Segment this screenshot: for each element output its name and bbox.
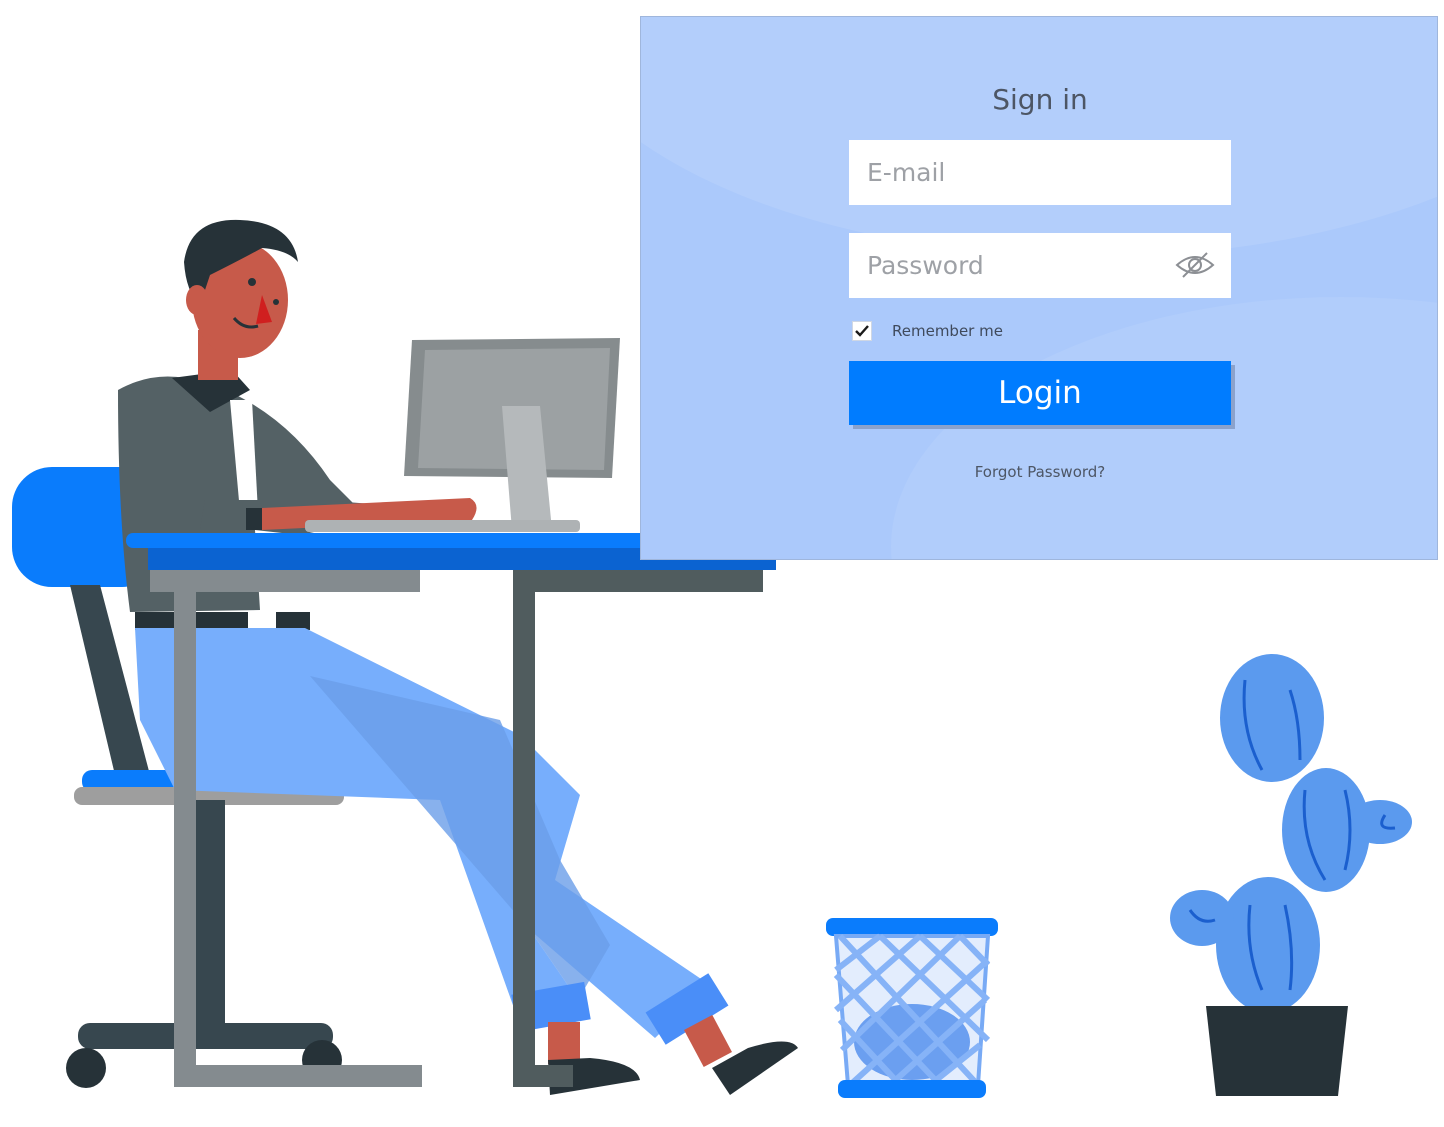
signin-panel: Sign in Remember me Login Forgot Passwor…	[640, 16, 1438, 560]
password-input[interactable]	[849, 233, 1185, 298]
signin-title: Sign in	[992, 83, 1088, 116]
waste-basket	[826, 918, 998, 1098]
email-field	[849, 140, 1231, 205]
email-input[interactable]	[849, 140, 1185, 205]
password-field	[849, 233, 1231, 298]
login-button[interactable]: Login	[849, 361, 1231, 425]
eye-slash-icon[interactable]	[1175, 251, 1215, 279]
panel-decoration	[641, 17, 1437, 257]
remember-me-label: Remember me	[892, 322, 1003, 340]
remember-me-row: Remember me	[852, 321, 1003, 341]
checkmark-icon	[855, 325, 869, 337]
forgot-password-link[interactable]: Forgot Password?	[641, 463, 1437, 481]
remember-me-checkbox[interactable]	[852, 321, 872, 341]
potted-cactus	[1170, 654, 1412, 1096]
